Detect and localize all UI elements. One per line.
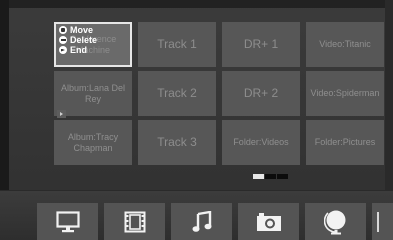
- dock-video-button[interactable]: [104, 203, 165, 240]
- menu-item-delete[interactable]: Delete: [59, 35, 97, 45]
- tile-track-1[interactable]: Track 1: [138, 22, 216, 67]
- dock-next-button[interactable]: [372, 203, 393, 240]
- delete-icon: [59, 36, 67, 44]
- tile-track-3[interactable]: Track 3: [138, 120, 216, 165]
- page-dot[interactable]: [277, 174, 288, 179]
- dock-tv-button[interactable]: [37, 203, 98, 240]
- tile-label: DR+ 2: [243, 85, 279, 100]
- tile-label: Folder:Pictures: [314, 137, 376, 148]
- tile-label: Folder:Videos: [233, 137, 289, 148]
- dock-music-button[interactable]: [171, 203, 232, 240]
- tile-label: Track 3: [157, 134, 197, 149]
- menu-item-label: Move: [70, 25, 94, 35]
- tile-label: Album:Lana Del Rey: [60, 83, 126, 104]
- app-dock: [0, 190, 393, 240]
- globe-icon: [323, 210, 345, 235]
- home-tile-grid: Conference Machine Move Delete End Track…: [54, 22, 384, 165]
- dock-photo-button[interactable]: [238, 203, 299, 240]
- tile-label: Video:Titanic: [319, 39, 371, 50]
- tile-dr-plus-2[interactable]: DR+ 2: [222, 71, 300, 116]
- tile-folder-pictures[interactable]: Folder:Pictures: [306, 120, 384, 165]
- menu-item-label: End: [70, 45, 87, 55]
- tile-track-2[interactable]: Track 2: [138, 71, 216, 116]
- tv-icon: [55, 211, 80, 233]
- camera-icon: [256, 213, 281, 231]
- page-dot-active[interactable]: [253, 174, 264, 179]
- context-menu: Move Delete End: [59, 25, 97, 55]
- page-indicator: [253, 174, 288, 179]
- tile-album-tracy-chapman[interactable]: Album:Tracy Chapman: [54, 120, 132, 165]
- dock-internet-button[interactable]: [305, 203, 366, 240]
- end-icon: [59, 46, 67, 54]
- tile-conference-machine[interactable]: Conference Machine Move Delete End: [54, 22, 132, 67]
- tile-label: Track 1: [157, 36, 197, 51]
- menu-item-move[interactable]: Move: [59, 25, 97, 35]
- screen-bezel-top: [0, 0, 393, 8]
- page-dot[interactable]: [265, 174, 276, 179]
- menu-item-label: Delete: [70, 35, 98, 45]
- screen-bezel-right: [385, 0, 393, 190]
- tile-video-spiderman[interactable]: Video:Spiderman: [306, 71, 384, 116]
- move-icon: [59, 26, 67, 34]
- screen: Conference Machine Move Delete End Track…: [0, 0, 393, 240]
- tile-dr-plus-1[interactable]: DR+ 1: [222, 22, 300, 67]
- film-icon: [124, 211, 145, 233]
- tile-label: Album:Tracy Chapman: [67, 132, 119, 153]
- tile-folder-videos[interactable]: Folder:Videos: [222, 120, 300, 165]
- scroll-left-indicator[interactable]: [57, 110, 66, 118]
- music-icon: [192, 211, 211, 232]
- tile-label: Track 2: [157, 85, 197, 100]
- menu-item-end[interactable]: End: [59, 45, 97, 55]
- tile-video-titanic[interactable]: Video:Titanic: [306, 22, 384, 67]
- tile-label: Video:Spiderman: [310, 88, 380, 99]
- tile-label: DR+ 1: [243, 36, 279, 51]
- dock-partial-icon: [377, 212, 379, 232]
